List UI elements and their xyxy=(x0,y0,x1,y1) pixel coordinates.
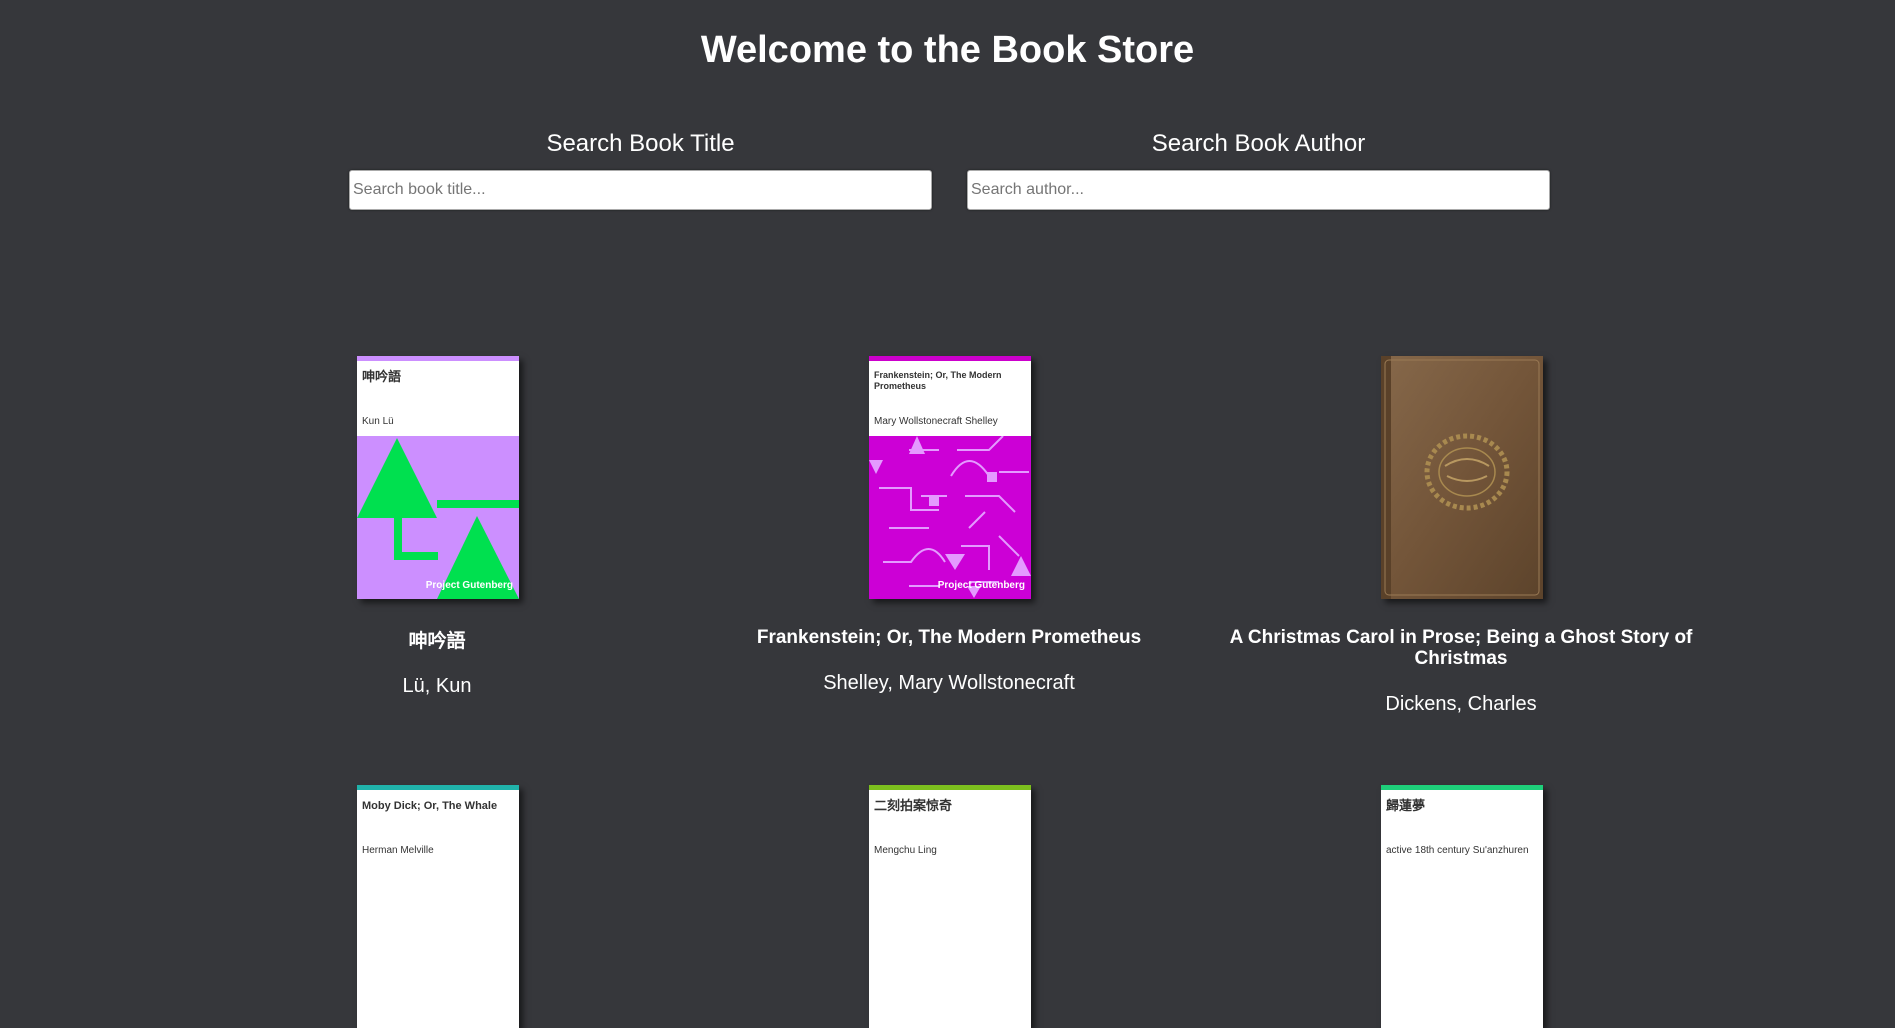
book-title: A Christmas Carol in Prose; Being a Ghos… xyxy=(1229,627,1693,669)
book-cover[interactable] xyxy=(1381,356,1543,599)
cover-art xyxy=(869,436,1031,599)
book-cover[interactable]: Frankenstein; Or, The Modern Prometheus … xyxy=(869,356,1031,599)
book-cover[interactable]: 呻吟語 Kun Lü Project Gutenberg xyxy=(357,356,519,599)
author-search-input[interactable] xyxy=(967,170,1550,210)
cover-title: Moby Dick; Or, The Whale xyxy=(362,800,498,812)
cover-title: 歸蓮夢 xyxy=(1386,798,1426,813)
book-card[interactable]: 呻吟語 Kun Lü Project Gutenberg 呻吟語 Lü, Kun xyxy=(181,356,693,697)
cover-art xyxy=(357,436,519,599)
title-search-group: Search Book Title xyxy=(349,128,932,210)
cover-author: Herman Melville xyxy=(362,845,434,856)
book-card[interactable]: 二刻拍案惊奇 Mengchu Ling xyxy=(693,785,1205,1028)
cover-author: active 18th century Su'anzhuren xyxy=(1386,845,1529,856)
book-card[interactable]: A Christmas Carol in Prose; Being a Ghos… xyxy=(1205,356,1717,716)
page-title: Welcome to the Book Store xyxy=(700,29,1195,71)
cover-art xyxy=(1381,356,1543,599)
author-search-group: Search Book Author xyxy=(967,128,1550,210)
author-search-label: Search Book Author xyxy=(1151,130,1366,157)
cover-author: Kun Lü xyxy=(362,416,394,427)
book-card[interactable]: Frankenstein; Or, The Modern Prometheus … xyxy=(693,356,1205,696)
book-cover[interactable]: 歸蓮夢 active 18th century Su'anzhuren xyxy=(1381,785,1543,1028)
book-author: Dickens, Charles xyxy=(1385,693,1537,715)
book-cover[interactable]: 二刻拍案惊奇 Mengchu Ling xyxy=(869,785,1031,1028)
cover-band xyxy=(869,785,1031,790)
cover-band xyxy=(869,356,1031,361)
book-title: Frankenstein; Or, The Modern Prometheus xyxy=(756,627,1142,648)
cover-title: Frankenstein; Or, The Modern Prometheus xyxy=(874,370,1002,391)
book-cover[interactable]: Moby Dick; Or, The Whale Herman Melville xyxy=(357,785,519,1028)
book-card[interactable]: 歸蓮夢 active 18th century Su'anzhuren xyxy=(1205,785,1717,1028)
cover-band xyxy=(357,785,519,790)
cover-publisher-mark: Project Gutenberg xyxy=(425,580,513,591)
title-search-input[interactable] xyxy=(349,170,932,210)
book-card[interactable]: Moby Dick; Or, The Whale Herman Melville xyxy=(181,785,693,1028)
cover-title: 二刻拍案惊奇 xyxy=(874,798,953,813)
book-author: Shelley, Mary Wollstonecraft xyxy=(823,672,1075,694)
cover-author: Mengchu Ling xyxy=(874,845,937,856)
cover-title: 呻吟語 xyxy=(362,369,402,384)
cover-band xyxy=(1381,785,1543,790)
title-search-label: Search Book Title xyxy=(546,130,735,157)
cover-band xyxy=(357,356,519,361)
cover-author: Mary Wollstonecraft Shelley xyxy=(874,416,998,427)
cover-publisher-mark: Project Gutenberg xyxy=(937,580,1025,591)
book-author: Lü, Kun xyxy=(402,675,472,697)
book-title: 呻吟語 xyxy=(408,631,466,652)
